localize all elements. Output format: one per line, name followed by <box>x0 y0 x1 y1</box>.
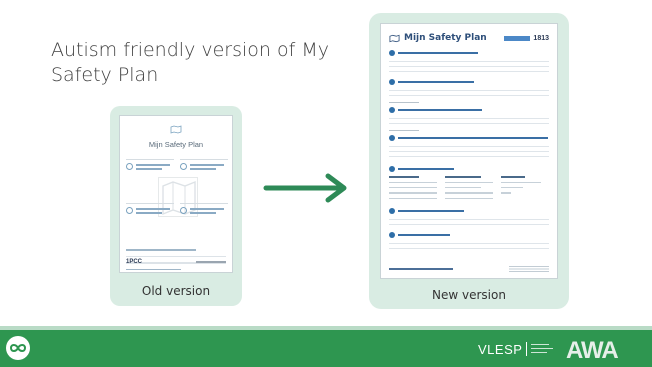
old-version-document: Mijn Safety Plan 1PCC <box>119 115 233 273</box>
loop-icon <box>6 336 30 360</box>
new-section-4 <box>389 134 549 157</box>
old-section <box>180 203 228 223</box>
slide: Autism friendly version of My Safety Pla… <box>0 0 652 367</box>
vlesp-text: VLESP <box>478 341 523 357</box>
slide-title: Autism friendly version of My Safety Pla… <box>51 39 329 86</box>
old-document-title: Mijn Safety Plan <box>148 140 204 149</box>
old-section <box>180 159 228 179</box>
new-document-title: Mijn Safety Plan <box>404 33 487 43</box>
new-version-label: New version <box>432 288 506 302</box>
old-document-grid <box>126 157 228 243</box>
old-version-label: Old version <box>141 284 211 298</box>
new-section-6 <box>389 207 549 225</box>
old-document-footer: 1PCC <box>126 257 226 267</box>
new-document-header: Mijn Safety Plan 1813 <box>389 30 549 46</box>
new-version-card: Mijn Safety Plan 1813 New version <box>369 13 569 309</box>
new-section-7 <box>389 231 549 249</box>
vlesp-logo: VLESP <box>478 340 554 358</box>
new-section-3 <box>389 106 549 131</box>
new-document-footer <box>389 266 549 272</box>
old-section <box>126 159 174 179</box>
new-version-document: Mijn Safety Plan 1813 <box>380 23 558 279</box>
new-document-badge <box>504 35 531 41</box>
new-section-5 <box>389 165 549 203</box>
arrow-right-icon <box>263 173 347 203</box>
old-footer-logo: 1PCC <box>126 259 143 265</box>
old-document-header: Mijn Safety Plan <box>126 121 226 149</box>
new-section-2 <box>389 78 549 103</box>
vlesp-subtext <box>531 343 554 356</box>
old-version-card: Mijn Safety Plan 1PCC Old version <box>110 106 242 306</box>
new-section-1 <box>389 49 549 72</box>
old-section <box>126 203 174 223</box>
awa-logo: AWA <box>566 337 619 364</box>
map-icon <box>389 34 400 42</box>
map-icon <box>170 125 182 134</box>
footer-bar <box>0 330 652 367</box>
new-document-1813-logo: 1813 <box>533 34 549 42</box>
